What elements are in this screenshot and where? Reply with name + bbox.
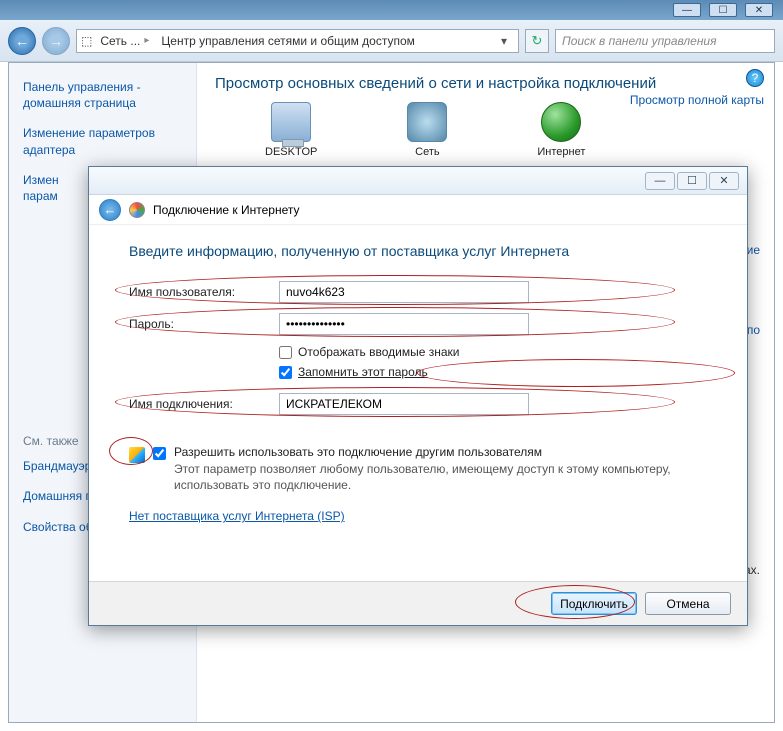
breadcrumb-seg-2[interactable]: Центр управления сетями и общим доступом <box>157 34 419 48</box>
label-show-chars: Отображать вводимые знаки <box>298 345 459 359</box>
maximize-button[interactable]: ☐ <box>709 3 737 17</box>
row-password: Пароль: <box>129 313 717 335</box>
dialog-minimize-button[interactable]: — <box>645 172 675 190</box>
row-show-chars: Отображать вводимые знаки <box>279 345 717 359</box>
page-heading: Просмотр основных сведений о сети и наст… <box>215 75 756 92</box>
dialog-titlebar: — ☐ ✕ <box>89 167 747 195</box>
nav-back-button[interactable]: ← <box>8 27 36 55</box>
label-connection-name: Имя подключения: <box>129 397 279 411</box>
wizard-icon <box>129 202 145 218</box>
annotation-ellipse <box>417 359 735 387</box>
dialog-body: Введите информацию, полученную от постав… <box>89 225 747 531</box>
row-connection-name: Имя подключения: <box>129 393 717 415</box>
refresh-button[interactable]: ↻ <box>525 29 549 53</box>
label-password: Пароль: <box>129 317 279 331</box>
input-connection-name[interactable] <box>279 393 529 415</box>
wizard-back-button[interactable]: ← <box>99 199 121 221</box>
explorer-toolbar: ← → ⬚ Сеть ... Центр управления сетями и… <box>0 20 783 62</box>
dialog-title-text: Подключение к Интернету <box>153 203 300 217</box>
share-description: Этот параметр позволяет любому пользоват… <box>174 461 717 493</box>
no-isp-link[interactable]: Нет поставщика услуг Интернета (ISP) <box>129 509 345 523</box>
checkbox-show-chars[interactable] <box>279 346 292 359</box>
computer-icon <box>271 102 311 142</box>
cancel-button[interactable]: Отмена <box>645 592 731 615</box>
row-share: Разрешить использовать это подключение д… <box>129 445 717 493</box>
node-internet[interactable]: Интернет <box>537 102 585 158</box>
label-remember: Запомнить этот пароль <box>298 365 428 379</box>
connect-wizard-dialog: — ☐ ✕ ← Подключение к Интернету Введите … <box>88 166 748 626</box>
connect-button[interactable]: Подключить <box>551 592 637 615</box>
node-inet-label: Интернет <box>537 146 585 158</box>
breadcrumb-seg-1[interactable]: Сеть ... <box>96 34 153 48</box>
sidebar-adapter-link[interactable]: Изменение параметров адаптера <box>23 125 184 157</box>
dialog-close-button[interactable]: ✕ <box>709 172 739 190</box>
input-username[interactable] <box>279 281 529 303</box>
node-this-pc[interactable]: DESKTOP <box>265 102 317 158</box>
dialog-maximize-button[interactable]: ☐ <box>677 172 707 190</box>
minimize-button[interactable]: — <box>673 3 701 17</box>
address-bar[interactable]: ⬚ Сеть ... Центр управления сетями и общ… <box>76 29 519 53</box>
dialog-nav-row: ← Подключение к Интернету <box>89 195 747 225</box>
row-remember: Запомнить этот пароль <box>279 365 717 379</box>
row-username: Имя пользователя: <box>129 281 717 303</box>
checkbox-share[interactable] <box>153 447 166 460</box>
window-titlebar: — ☐ ✕ <box>0 0 783 20</box>
label-share: Разрешить использовать это подключение д… <box>174 445 717 459</box>
input-password[interactable] <box>279 313 529 335</box>
search-placeholder: Поиск в панели управления <box>562 34 717 48</box>
dialog-heading: Введите информацию, полученную от постав… <box>129 243 717 259</box>
network-map-row: DESKTOP Сеть Интернет <box>215 102 756 158</box>
label-username: Имя пользователя: <box>129 285 279 299</box>
address-dropdown-button[interactable]: ▾ <box>494 34 514 48</box>
network-icon <box>407 102 447 142</box>
sidebar-home-link[interactable]: Панель управления - домашняя страница <box>23 79 184 111</box>
search-input[interactable]: Поиск в панели управления <box>555 29 775 53</box>
shield-icon <box>129 447 145 463</box>
node-net-label: Сеть <box>415 146 439 158</box>
checkbox-remember[interactable] <box>279 366 292 379</box>
node-network[interactable]: Сеть <box>407 102 447 158</box>
nav-forward-button[interactable]: → <box>42 27 70 55</box>
close-button[interactable]: ✕ <box>745 3 773 17</box>
network-icon: ⬚ <box>81 34 92 48</box>
globe-icon <box>541 102 581 142</box>
view-map-link[interactable]: Просмотр полной карты <box>630 93 764 107</box>
dialog-footer: Подключить Отмена <box>89 581 747 625</box>
node-pc-label: DESKTOP <box>265 146 317 158</box>
